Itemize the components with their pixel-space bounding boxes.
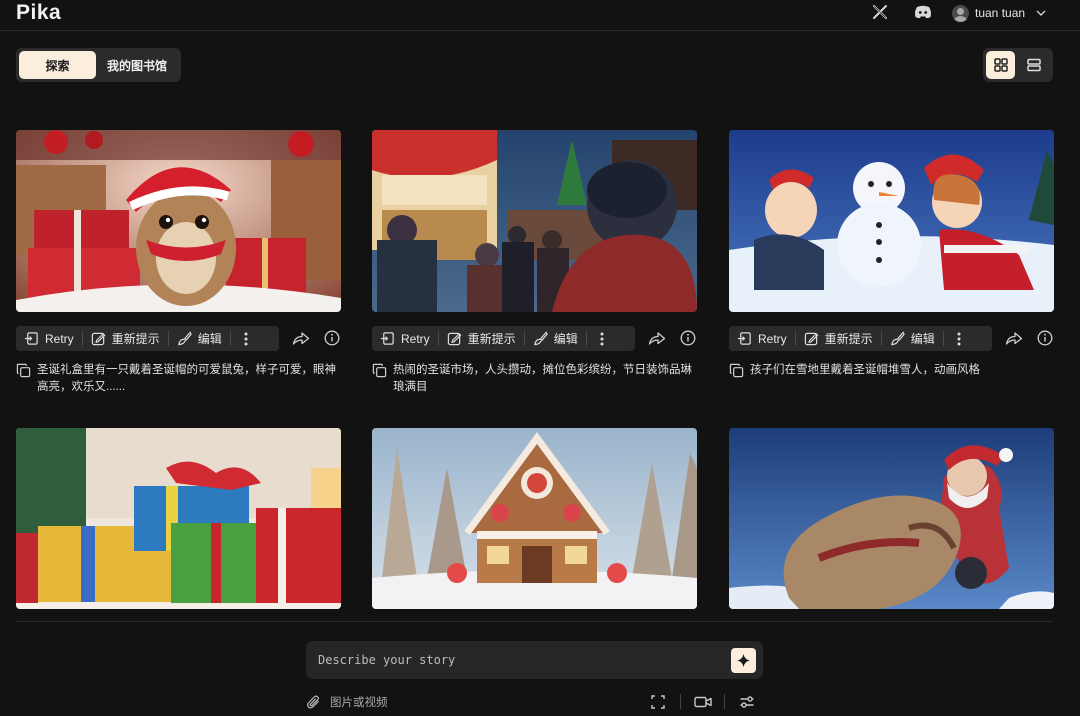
prompt-text: 孩子们在雪地里戴着圣诞帽堆雪人，动画风格 <box>750 364 980 376</box>
more-options-button[interactable] <box>231 332 261 346</box>
more-vertical-icon <box>600 332 604 345</box>
video-card: Retry 重新提示 编辑 孩子们在雪地里戴着圣诞帽堆雪人，动画风格 <box>729 130 1054 378</box>
video-card <box>372 428 697 609</box>
generate-button[interactable] <box>731 648 756 673</box>
video-thumbnail[interactable] <box>372 428 697 609</box>
settings-sliders-icon[interactable] <box>739 694 755 710</box>
card-caption: 孩子们在雪地里戴着圣诞帽堆雪人，动画风格 <box>729 362 1054 379</box>
edit-button[interactable]: 编辑 <box>882 326 943 351</box>
composer-divider <box>16 621 1053 622</box>
more-options-button[interactable] <box>944 332 974 346</box>
attach-media-button[interactable]: 图片或视频 <box>306 694 388 710</box>
info-icon[interactable] <box>1037 330 1053 346</box>
card-toolbar: Retry 重新提示 编辑 <box>372 326 697 351</box>
info-icon[interactable] <box>324 330 340 346</box>
video-card: Retry 重新提示 编辑 热闹的圣诞市场，人头攒动，摊位色彩缤纷，节日装饰品琳… <box>372 130 697 393</box>
card-toolbar: Retry 重新提示 编辑 <box>729 326 1054 351</box>
username: tuan tuan <box>975 6 1026 20</box>
more-vertical-icon <box>957 332 961 345</box>
list-view-button[interactable] <box>1019 51 1048 79</box>
video-card: Retry 重新提示 编辑 圣诞礼盒里有一只戴着圣诞帽的可爱鼠兔，样子可爱，眼神… <box>16 130 341 393</box>
edit-button[interactable]: 编辑 <box>169 326 230 351</box>
tab-explore[interactable]: 探索 <box>19 51 96 79</box>
brush-icon <box>533 331 548 346</box>
story-prompt-input[interactable] <box>318 650 718 670</box>
retry-icon <box>24 332 38 345</box>
grid-view-button[interactable] <box>986 51 1015 79</box>
retry-icon <box>737 332 751 345</box>
edit-prompt-icon <box>804 332 819 346</box>
video-thumbnail[interactable] <box>729 428 1054 609</box>
video-camera-icon[interactable] <box>694 694 712 710</box>
aspect-ratio-icon[interactable] <box>650 694 666 710</box>
share-icon[interactable] <box>1005 330 1023 346</box>
share-icon[interactable] <box>292 330 310 346</box>
video-thumbnail[interactable] <box>16 428 341 609</box>
copy-icon[interactable] <box>16 363 31 378</box>
x-twitter-icon[interactable] <box>872 4 888 20</box>
sparkle-icon <box>736 653 751 668</box>
retry-button[interactable]: Retry <box>372 326 438 351</box>
retry-button[interactable]: Retry <box>729 326 795 351</box>
prompt-text: 圣诞礼盒里有一只戴着圣诞帽的可爱鼠兔，样子可爱，眼神高亮，欢乐又...... <box>37 364 336 393</box>
prompt-text: 热闹的圣诞市场，人头攒动，摊位色彩缤纷，节日装饰品琳琅满目 <box>393 364 692 393</box>
copy-icon[interactable] <box>729 363 744 378</box>
card-caption: 圣诞礼盒里有一只戴着圣诞帽的可爱鼠兔，样子可爱，眼神高亮，欢乐又...... <box>16 362 341 396</box>
prompt-box <box>306 641 763 679</box>
more-options-button[interactable] <box>587 332 617 346</box>
paperclip-icon <box>306 695 319 709</box>
retry-icon <box>380 332 394 345</box>
retry-button[interactable]: Retry <box>16 326 82 351</box>
brush-icon <box>177 331 192 346</box>
grid-view-icon <box>993 58 1008 72</box>
tab-my-library[interactable]: 我的图书馆 <box>96 51 178 79</box>
attach-label: 图片或视频 <box>330 697 388 709</box>
video-card <box>729 428 1054 609</box>
video-thumbnail[interactable] <box>372 130 697 312</box>
rephrase-button[interactable]: 重新提示 <box>439 326 524 351</box>
library-tabs: 探索 我的图书馆 <box>16 48 181 82</box>
video-thumbnail[interactable] <box>729 130 1054 312</box>
edit-prompt-icon <box>91 332 106 346</box>
info-icon[interactable] <box>680 330 696 346</box>
avatar <box>952 4 969 22</box>
edit-button[interactable]: 编辑 <box>525 326 586 351</box>
brush-icon <box>890 331 905 346</box>
chevron-down-icon <box>1036 10 1046 16</box>
user-menu[interactable]: tuan tuan <box>952 3 1047 23</box>
toolbar-separator <box>724 694 725 709</box>
edit-prompt-icon <box>447 332 462 346</box>
rephrase-button[interactable]: 重新提示 <box>83 326 168 351</box>
copy-icon[interactable] <box>372 363 387 378</box>
toolbar-separator <box>680 694 681 709</box>
rephrase-button[interactable]: 重新提示 <box>796 326 881 351</box>
view-toggle <box>983 48 1053 82</box>
share-icon[interactable] <box>648 330 666 346</box>
video-card <box>16 428 341 609</box>
list-view-icon <box>1026 58 1041 72</box>
video-thumbnail[interactable] <box>16 130 341 312</box>
more-vertical-icon <box>244 332 248 345</box>
discord-icon[interactable] <box>914 5 932 19</box>
card-caption: 热闹的圣诞市场，人头攒动，摊位色彩缤纷，节日装饰品琳琅满目 <box>372 362 697 396</box>
top-bar: Pika tuan tuan <box>0 0 1080 31</box>
card-toolbar: Retry 重新提示 编辑 <box>16 326 341 351</box>
pika-logo[interactable]: Pika <box>16 1 61 25</box>
